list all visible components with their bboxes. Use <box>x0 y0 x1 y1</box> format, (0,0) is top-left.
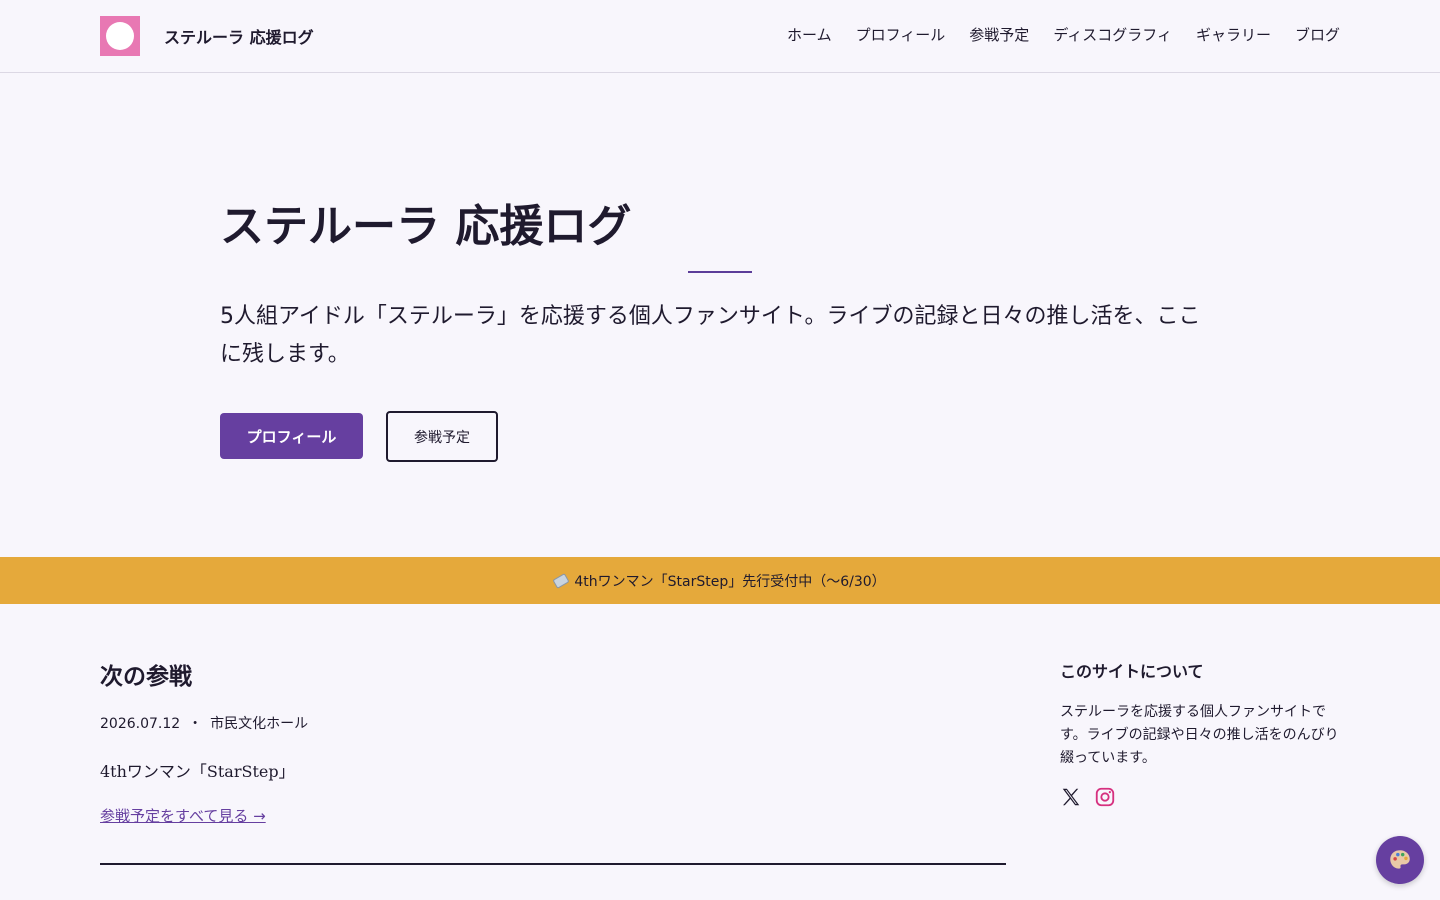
event-date: 2026.07.12 <box>100 716 181 732</box>
x-icon[interactable] <box>1060 786 1082 808</box>
palette-icon <box>1390 850 1410 869</box>
nav-item-gallery[interactable]: ギャラリー <box>1196 24 1271 45</box>
hero-title: ステルーラ 応援ログ <box>220 201 632 252</box>
event-name: 4thワンマン「StarStep」 <box>100 762 295 781</box>
about-text: ステルーラを応援する個人ファンサイトです。ライブの記録や日々の推し活をのんびり綴… <box>1060 704 1339 766</box>
social-links <box>1060 786 1116 808</box>
site-name: ステルーラ 応援ログ <box>164 28 314 47</box>
ticket-icon <box>552 572 570 589</box>
about-heading: このサイトについて <box>1060 662 1204 681</box>
site-logo <box>100 16 140 56</box>
event-venue: 市民文化ホール <box>210 716 309 732</box>
nav-item-schedule[interactable]: 参戦予定 <box>969 24 1029 45</box>
nav-item-profile[interactable]: プロフィール <box>856 24 946 45</box>
event-meta-separator: ・ <box>188 716 203 732</box>
hero-description: 5人組アイドル「ステルーラ」を応援する個人ファンサイト。ライブの記録と日々の推し… <box>220 304 1201 367</box>
theme-palette-button[interactable] <box>1376 836 1424 884</box>
brand[interactable]: ステルーラ 応援ログ <box>100 16 314 56</box>
all-schedule-link[interactable]: 参戦予定をすべて見る → <box>100 805 266 826</box>
page: ステルーラ 応援ログ ホーム プロフィール 参戦予定 ディスコグラフィ ギャラリ… <box>0 0 1440 900</box>
next-event-heading: 次の参戦 <box>100 663 192 690</box>
nav-item-blog[interactable]: ブログ <box>1295 24 1340 45</box>
announcement-banner[interactable]: 4thワンマン「StarStep」先行受付中（〜6/30） <box>0 557 1440 604</box>
instagram-icon[interactable] <box>1094 786 1116 808</box>
section-divider <box>100 863 1006 865</box>
event-meta: 2026.07.12 ・市民文化ホール <box>100 713 308 733</box>
nav-item-discography[interactable]: ディスコグラフィ <box>1053 24 1172 45</box>
hero-divider <box>688 271 752 273</box>
profile-button[interactable]: プロフィール <box>220 413 363 459</box>
main-nav: ホーム プロフィール 参戦予定 ディスコグラフィ ギャラリー ブログ <box>787 24 1340 45</box>
schedule-button[interactable]: 参戦予定 <box>386 411 498 462</box>
banner-text: 4thワンマン「StarStep」先行受付中（〜6/30） <box>574 573 886 590</box>
nav-item-home[interactable]: ホーム <box>787 24 832 45</box>
site-header: ステルーラ 応援ログ ホーム プロフィール 参戦予定 ディスコグラフィ ギャラリ… <box>0 0 1440 73</box>
